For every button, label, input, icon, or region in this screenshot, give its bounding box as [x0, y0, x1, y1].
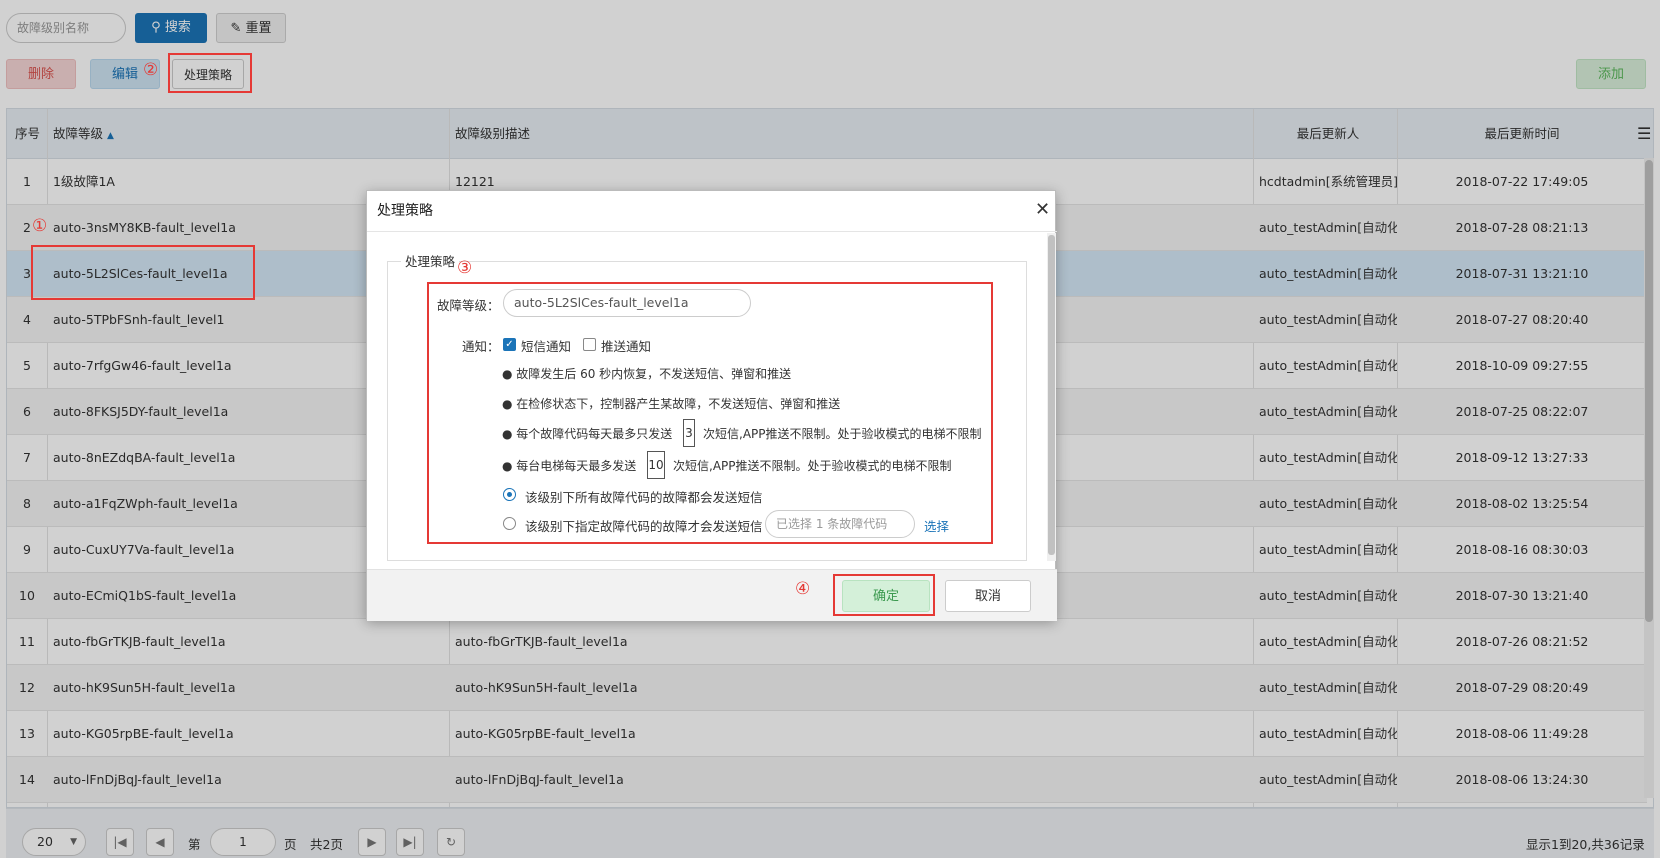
rule-1: ● 故障发生后 60 秒内恢复，不发送短信、弹窗和推送 — [502, 367, 792, 381]
radio-all-label: 该级别下所有故障代码的故障都会发送短信 — [525, 490, 763, 505]
radio-specific-codes[interactable] — [503, 517, 516, 530]
sms-checkbox[interactable]: ✓ — [503, 338, 516, 351]
annotation-box-strategy — [168, 53, 252, 93]
sms-label: 短信通知 — [521, 339, 572, 354]
rule-4-suffix: 次短信,APP推送不限制。处于验收模式的电梯不限制 — [673, 459, 952, 473]
level-label: 故障等级： — [437, 298, 500, 313]
annotation-1: ① — [32, 216, 48, 236]
close-icon[interactable]: ✕ — [1035, 199, 1050, 220]
rule-3-suffix: 次短信,APP推送不限制。处于验收模式的电梯不限制 — [703, 427, 982, 441]
push-checkbox[interactable] — [583, 338, 596, 351]
dialog-scrollbar-thumb[interactable] — [1048, 235, 1055, 555]
annotation-box-ok — [833, 574, 935, 616]
radio-all-codes[interactable] — [503, 488, 516, 501]
strategy-dialog: 处理策略 ✕ 处理策略 ③ 故障等级： auto-5L2SlCes-fault_… — [366, 190, 1057, 621]
rule-2: ● 在检修状态下，控制器产生某故障，不发送短信、弹窗和推送 — [502, 397, 841, 411]
selected-codes-field[interactable]: 已选择 1 条故障代码 — [765, 510, 915, 538]
level-field[interactable]: auto-5L2SlCes-fault_level1a — [503, 289, 751, 317]
cancel-button[interactable]: 取消 — [945, 580, 1031, 612]
dialog-title: 处理策略 — [377, 203, 433, 219]
rule-4-prefix: ● 每台电梯每天最多发送 — [502, 459, 637, 473]
fieldset-legend: 处理策略 — [401, 251, 460, 270]
push-label: 推送通知 — [601, 339, 652, 354]
select-codes-link[interactable]: 选择 — [924, 516, 949, 535]
annotation-4: ④ — [795, 579, 811, 599]
notify-label: 通知： — [462, 339, 500, 354]
annotation-box-row — [31, 245, 255, 300]
radio-specific-label: 该级别下指定故障代码的故障才会发送短信 — [525, 519, 763, 534]
annotation-3: ③ — [457, 258, 473, 278]
annotation-2: ② — [143, 60, 159, 80]
sms-per-code-input[interactable]: 3 — [683, 419, 695, 447]
sms-per-elevator-input[interactable]: 10 — [647, 451, 665, 479]
rule-3-prefix: ● 每个故障代码每天最多只发送 — [502, 427, 673, 441]
